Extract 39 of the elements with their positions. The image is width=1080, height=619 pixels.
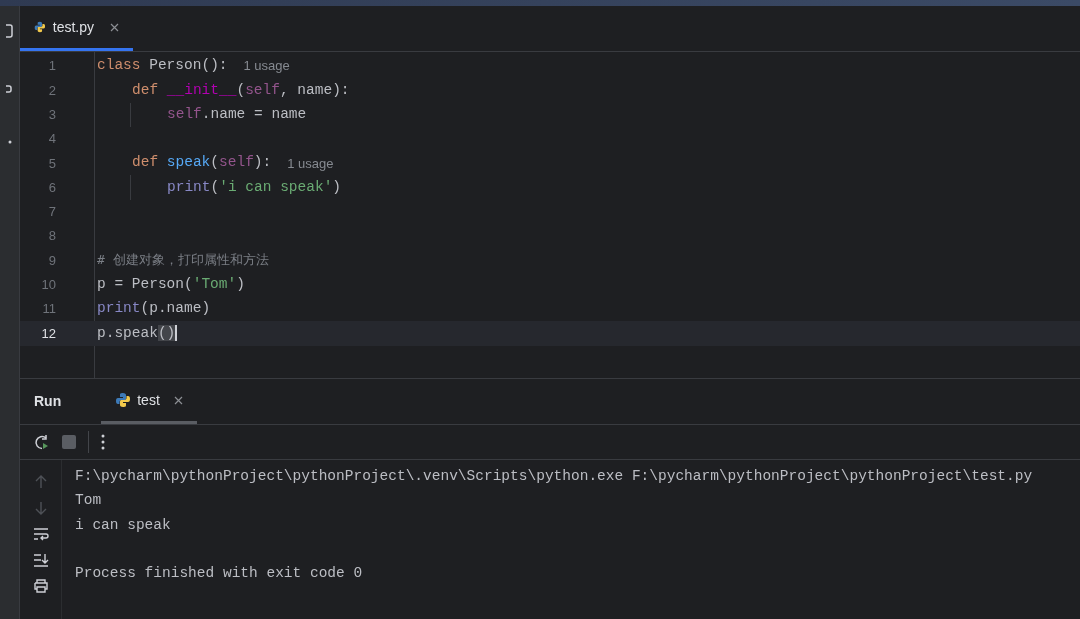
rerun-icon[interactable] (33, 433, 50, 451)
line-number: 2 (47, 81, 56, 100)
line-number: 11 (41, 300, 56, 319)
code-line: # 创建对象，打印属性和方法 (97, 250, 269, 269)
exit-message: Process finished with exit code 0 (75, 564, 364, 584)
code-line: p.speak() (97, 323, 178, 343)
code-line: self.name = name (167, 104, 307, 124)
console-line: F:\pycharm\pythonProject\pythonProject\.venv\Scripts\python.exe F:\pycharm\pythonProject\pythonProject\test.py (75, 467, 1034, 486)
panel-title: Run (34, 392, 62, 411)
more-icon[interactable] (101, 434, 105, 450)
usage-hint[interactable]: 1 usage (243, 56, 290, 76)
line-number: 5 (47, 154, 56, 173)
soft-wrap-icon[interactable] (32, 526, 49, 542)
code-line: def speak(self): (132, 153, 272, 173)
dot-icon[interactable] (7, 140, 12, 144)
editor-tab[interactable]: test.py (20, 6, 133, 51)
python-icon (115, 392, 132, 408)
code-line: print('i can speak') (167, 177, 342, 197)
line-number: 6 (47, 178, 56, 197)
code-line: p = Person('Tom') (97, 274, 245, 294)
scroll-to-end-icon[interactable] (32, 552, 49, 568)
line-number: 7 (47, 203, 56, 222)
console-line: i can speak (75, 515, 172, 535)
console-line: Tom (75, 491, 103, 511)
close-icon[interactable] (173, 395, 183, 405)
code-line: def __init__(self, name): (132, 80, 350, 100)
line-number: 9 (47, 251, 56, 270)
code-line: print(p.name) (97, 299, 211, 319)
close-icon[interactable] (110, 22, 119, 32)
line-number: 4 (47, 130, 56, 149)
line-number: 3 (47, 106, 56, 124)
line-number: 10 (40, 276, 56, 295)
code-line: class Person(): (97, 56, 228, 76)
line-number: 12 (40, 324, 56, 343)
usage-hint[interactable]: 1 usage (287, 153, 334, 174)
line-number: 1 (47, 57, 56, 76)
python-icon (34, 19, 46, 35)
print-icon[interactable] (32, 578, 49, 594)
line-number: 8 (47, 227, 56, 246)
